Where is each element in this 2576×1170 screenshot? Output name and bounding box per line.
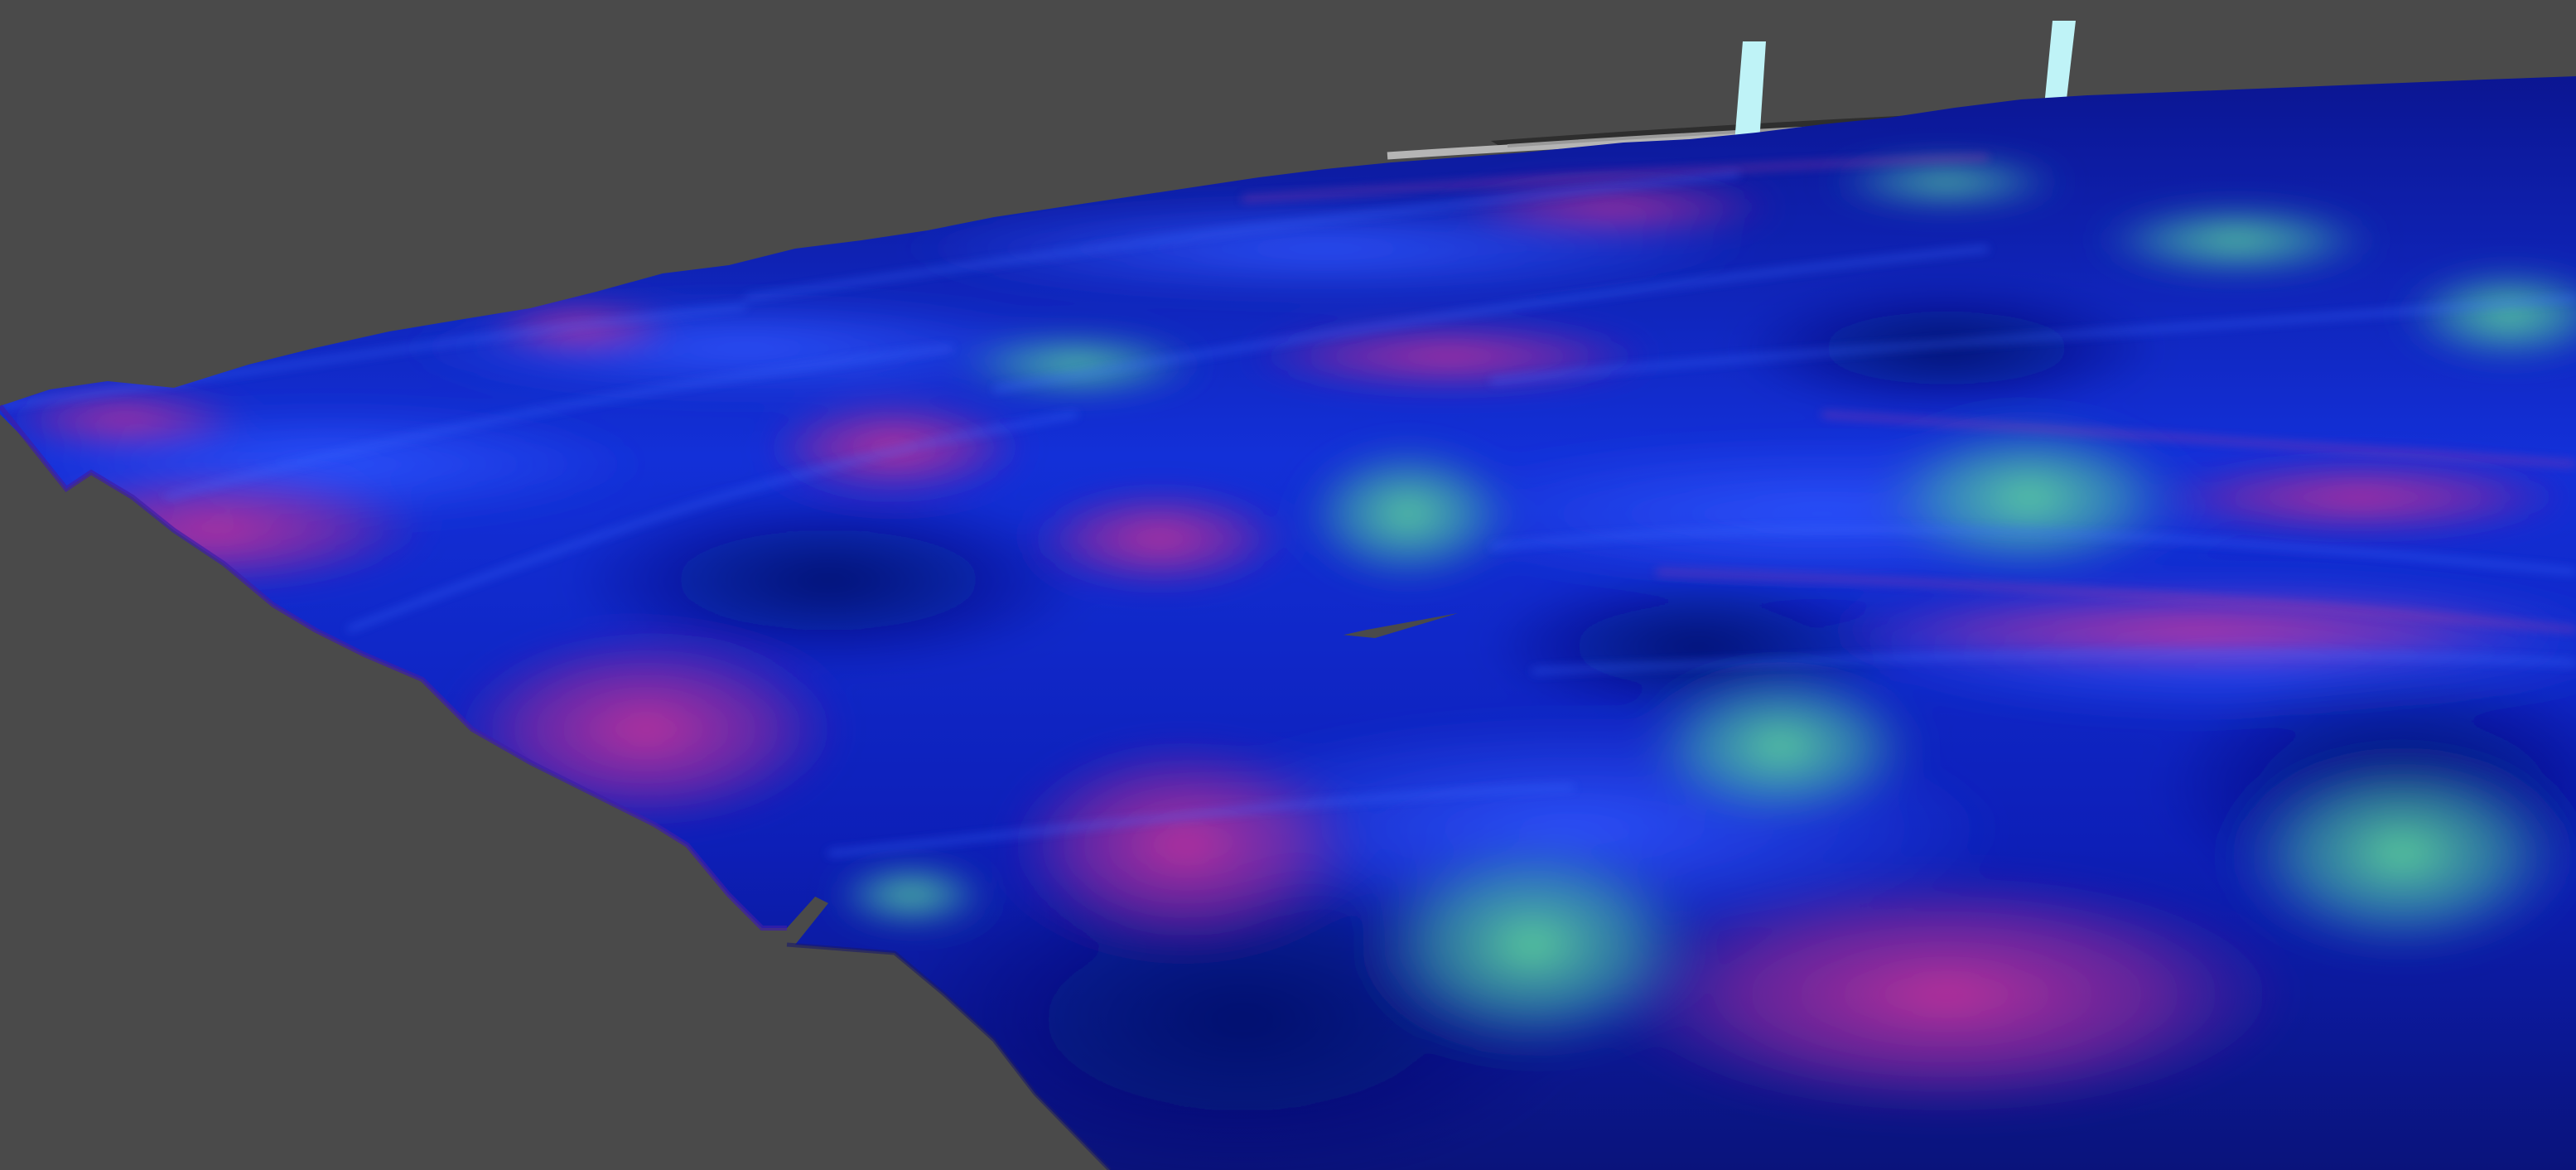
terrain-scene (0, 0, 2576, 1170)
3d-viewport[interactable] (0, 0, 2576, 1170)
